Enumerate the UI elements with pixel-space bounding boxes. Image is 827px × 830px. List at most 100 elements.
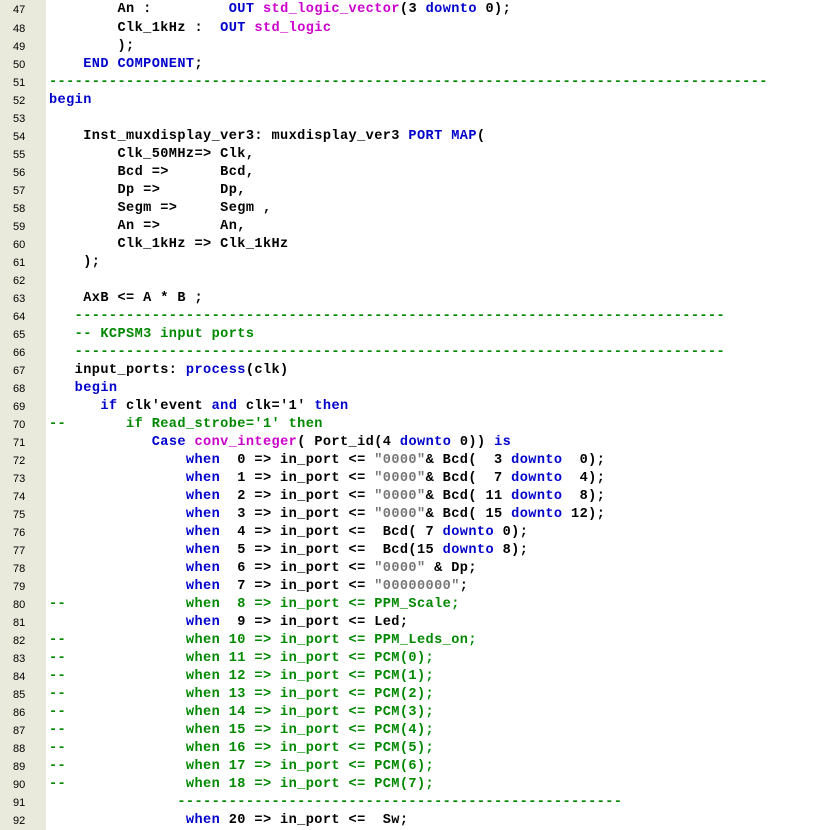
- code-line[interactable]: 70 -- if Read_strobe='1' then: [0, 416, 827, 434]
- code-line[interactable]: 65 -- KCPSM3 input ports: [0, 326, 827, 344]
- code-line[interactable]: 61 );: [0, 254, 827, 272]
- keyword-token: begin: [49, 93, 92, 108]
- line-code: );: [49, 254, 100, 272]
- line-code: -- when 13 => in_port <= PCM(2);: [49, 686, 434, 704]
- code-line[interactable]: 80 -- when 8 => in_port <= PPM_Scale;: [0, 596, 827, 614]
- code-line[interactable]: 76 when 4 => in_port <= Bcd( 7 downto 0)…: [0, 524, 827, 542]
- line-code: -- when 17 => in_port <= PCM(6);: [49, 758, 434, 776]
- line-code: ----------------------------------------…: [49, 74, 768, 92]
- code-line[interactable]: 72 when 0 => in_port <= "0000"& Bcd( 3 d…: [0, 452, 827, 470]
- code-line[interactable]: 62: [0, 272, 827, 290]
- line-code: -- when 10 => in_port <= PPM_Leds_on;: [49, 632, 477, 650]
- line-number: 57: [13, 185, 26, 197]
- code-text: );: [49, 255, 101, 270]
- line-number: 53: [13, 113, 26, 125]
- line-number: 72: [13, 455, 26, 467]
- code-line[interactable]: 59 An => An,: [0, 218, 827, 236]
- comment-text: ----------------------------------------…: [49, 795, 623, 810]
- line-number: 65: [13, 329, 26, 341]
- code-line[interactable]: 85 -- when 13 => in_port <= PCM(2);: [0, 686, 827, 704]
- string-literal: "0000": [374, 471, 426, 486]
- keyword-token: when: [185, 615, 221, 630]
- code-line[interactable]: 68 begin: [0, 380, 827, 398]
- code-text: (: [476, 129, 486, 144]
- line-code: when 0 => in_port <= "0000"& Bcd( 3 down…: [49, 452, 605, 470]
- code-line[interactable]: 66 -------------------------------------…: [0, 344, 827, 362]
- code-text: 0 => in_port <=: [220, 453, 375, 468]
- code-editor[interactable]: 47 An : OUT std_logic_vector(3 downto 0)…: [0, 0, 827, 830]
- comment-text: -- when 18 => in_port <= PCM(7);: [49, 777, 435, 792]
- keyword-token: END COMPONENT: [83, 57, 195, 72]
- code-text: 7 => in_port <=: [220, 579, 375, 594]
- code-line[interactable]: 87 -- when 15 => in_port <= PCM(4);: [0, 722, 827, 740]
- line-number: 60: [13, 239, 26, 251]
- code-line[interactable]: 81 when 9 => in_port <= Led;: [0, 614, 827, 632]
- line-code: ----------------------------------------…: [49, 344, 725, 362]
- code-text: input_ports:: [49, 363, 186, 378]
- line-number: 69: [13, 401, 26, 413]
- code-line[interactable]: 88 -- when 16 => in_port <= PCM(5);: [0, 740, 827, 758]
- code-line[interactable]: 56 Bcd => Bcd,: [0, 164, 827, 182]
- line-code: An => An,: [49, 218, 246, 236]
- code-line[interactable]: 83 -- when 11 => in_port <= PCM(0);: [0, 650, 827, 668]
- code-line[interactable]: 69 if clk'event and clk='1' then: [0, 398, 827, 416]
- code-line[interactable]: 79 when 7 => in_port <= "00000000";: [0, 578, 827, 596]
- code-line[interactable]: 50 END COMPONENT;: [0, 56, 827, 74]
- line-number: 84: [13, 671, 26, 683]
- code-line[interactable]: 58 Segm => Segm ,: [0, 200, 827, 218]
- code-text: );: [49, 39, 135, 54]
- comment-text: ----------------------------------------…: [49, 75, 768, 90]
- code-line[interactable]: 82 -- when 10 => in_port <= PPM_Leds_on;: [0, 632, 827, 650]
- code-text: 5 => in_port <= Bcd(15: [220, 543, 443, 558]
- code-line[interactable]: 53: [0, 110, 827, 128]
- code-line[interactable]: 63 AxB <= A * B ;: [0, 290, 827, 308]
- code-line[interactable]: 75 when 3 => in_port <= "0000"& Bcd( 15 …: [0, 506, 827, 524]
- code-line[interactable]: 51 --------------------------------------…: [0, 74, 827, 92]
- code-line[interactable]: 57 Dp => Dp,: [0, 182, 827, 200]
- code-line[interactable]: 60 Clk_1kHz => Clk_1kHz: [0, 236, 827, 254]
- code-lines[interactable]: 47 An : OUT std_logic_vector(3 downto 0)…: [0, 0, 827, 830]
- code-text: Clk_50MHz=> Clk,: [49, 147, 255, 162]
- code-line[interactable]: 84 -- when 12 => in_port <= PCM(1);: [0, 668, 827, 686]
- code-line[interactable]: 73 when 1 => in_port <= "0000"& Bcd( 7 d…: [0, 470, 827, 488]
- line-code: when 1 => in_port <= "0000"& Bcd( 7 down…: [49, 470, 605, 488]
- keyword-token: begin: [49, 381, 118, 396]
- line-code: Clk_50MHz=> Clk,: [49, 146, 254, 164]
- code-line[interactable]: 55 Clk_50MHz=> Clk,: [0, 146, 827, 164]
- code-line[interactable]: 64 -------------------------------------…: [0, 308, 827, 326]
- line-code: Inst_muxdisplay_ver3: muxdisplay_ver3 PO…: [49, 128, 485, 146]
- code-line[interactable]: 89 -- when 17 => in_port <= PCM(6);: [0, 758, 827, 776]
- comment-text: -- when 8 => in_port <= PPM_Scale;: [49, 597, 460, 612]
- code-line[interactable]: 74 when 2 => in_port <= "0000"& Bcd( 11 …: [0, 488, 827, 506]
- code-text: An => An,: [49, 219, 246, 234]
- code-line[interactable]: 67 input_ports: process(clk): [0, 362, 827, 380]
- comment-text: -- when 10 => in_port <= PPM_Leds_on;: [49, 633, 477, 648]
- line-code: -- when 8 => in_port <= PPM_Scale;: [49, 596, 460, 614]
- code-text: 0);: [476, 2, 512, 17]
- keyword-token: then: [314, 399, 349, 414]
- code-line[interactable]: 78 when 6 => in_port <= "0000" & Dp;: [0, 560, 827, 578]
- comment-text: -- when 11 => in_port <= PCM(0);: [49, 651, 435, 666]
- keyword-token: when: [185, 579, 221, 594]
- line-number: 71: [13, 437, 26, 449]
- code-line[interactable]: 54 Inst_muxdisplay_ver3: muxdisplay_ver3…: [0, 128, 827, 146]
- code-line[interactable]: 92 when 20 => in_port <= Sw;: [0, 812, 827, 830]
- keyword-token: downto: [425, 2, 477, 17]
- code-text: & Dp;: [425, 561, 477, 576]
- code-line[interactable]: 47 An : OUT std_logic_vector(3 downto 0)…: [0, 0, 827, 20]
- line-number: 89: [13, 761, 26, 773]
- code-line[interactable]: 52 begin: [0, 92, 827, 110]
- code-line[interactable]: 49 );: [0, 38, 827, 56]
- code-line[interactable]: 91 -------------------------------------…: [0, 794, 827, 812]
- keyword-token: when: [185, 489, 221, 504]
- line-number: 64: [13, 311, 26, 323]
- code-line[interactable]: 90 -- when 18 => in_port <= PCM(7);: [0, 776, 827, 794]
- code-text: 20 => in_port <= Sw;: [220, 813, 409, 828]
- code-line[interactable]: 71 Case conv_integer( Port_id(4 downto 0…: [0, 434, 827, 452]
- code-line[interactable]: 48 Clk_1kHz : OUT std_logic: [0, 20, 827, 38]
- type-token: std_logic: [254, 21, 332, 36]
- code-line[interactable]: 77 when 5 => in_port <= Bcd(15 downto 8)…: [0, 542, 827, 560]
- code-text: An :: [49, 2, 229, 17]
- code-line[interactable]: 86 -- when 14 => in_port <= PCM(3);: [0, 704, 827, 722]
